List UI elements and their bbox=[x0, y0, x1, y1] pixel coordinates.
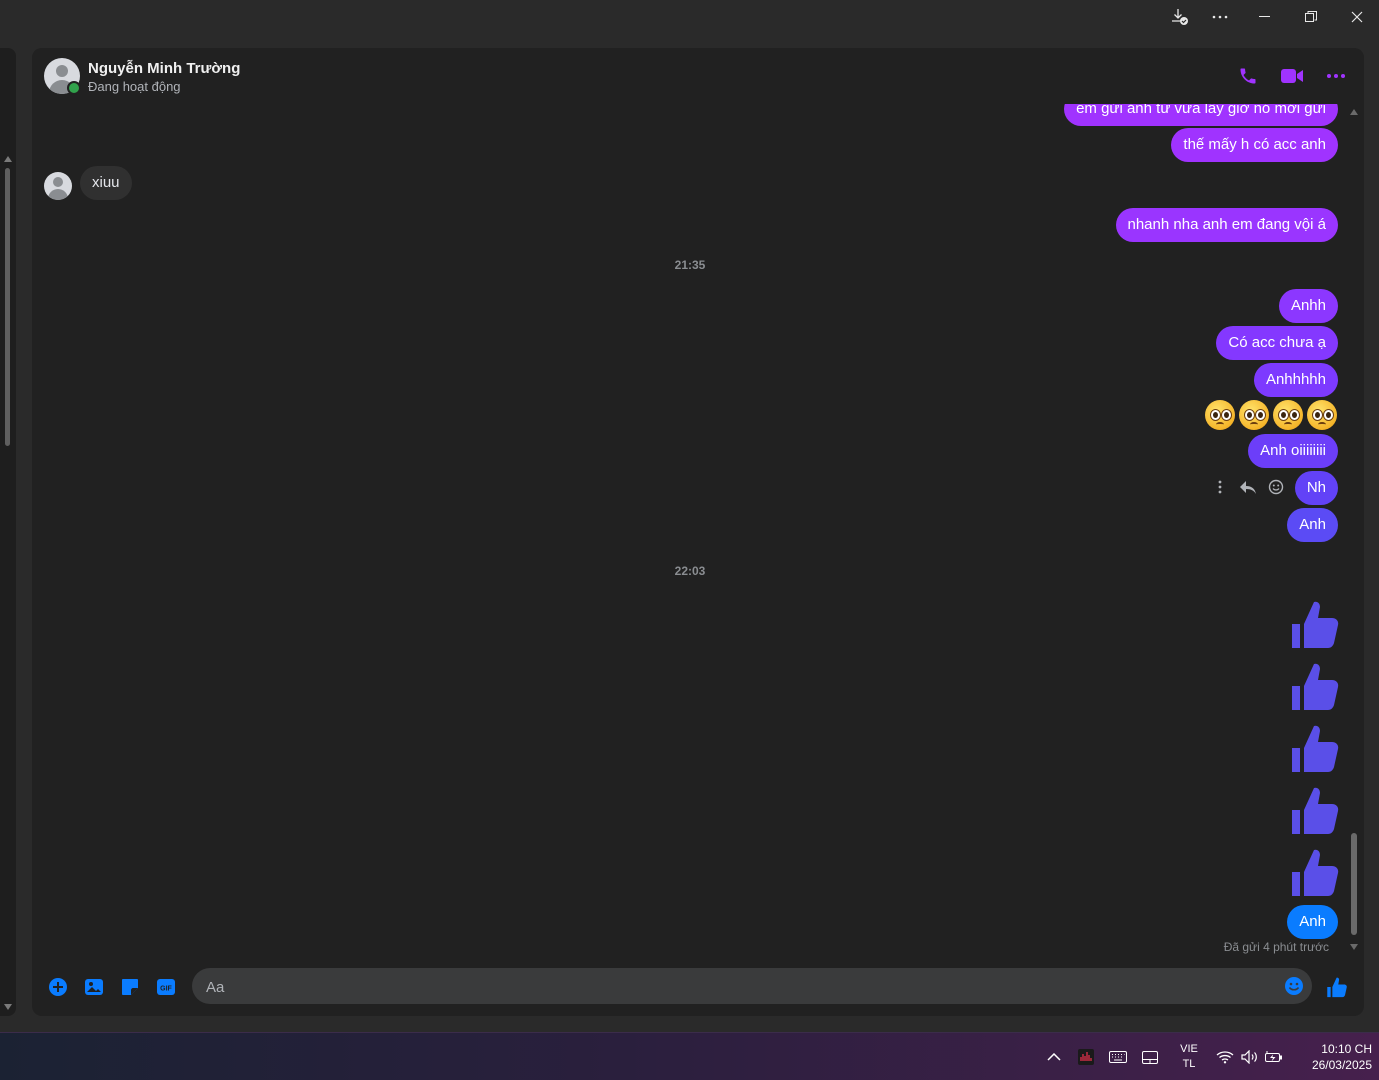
thumbs-up-sticker[interactable] bbox=[1290, 660, 1340, 712]
image-icon[interactable] bbox=[83, 976, 105, 998]
like-send-icon[interactable] bbox=[1326, 976, 1348, 998]
chat-header: Nguyễn Minh Trường Đang hoạt động bbox=[32, 48, 1364, 104]
thumbs-up-sticker[interactable] bbox=[1290, 784, 1340, 836]
input-language[interactable]: VIE TL bbox=[1178, 1042, 1200, 1072]
volume-icon[interactable] bbox=[1240, 1047, 1260, 1067]
thumbs-up-sticker[interactable] bbox=[1290, 846, 1340, 898]
more-vertical-icon[interactable] bbox=[1210, 477, 1230, 497]
contact-name[interactable]: Nguyễn Minh Trường bbox=[88, 60, 240, 77]
message-sent[interactable]: Nh bbox=[1294, 471, 1338, 505]
message-sent[interactable]: Anh bbox=[1287, 508, 1338, 542]
more-horizontal-icon[interactable] bbox=[1197, 0, 1243, 34]
message-input[interactable] bbox=[204, 968, 1278, 1006]
chat-scroll-up-icon[interactable] bbox=[1350, 109, 1358, 115]
phone-call-icon[interactable] bbox=[1236, 64, 1260, 88]
thumbs-up-sticker[interactable] bbox=[1290, 598, 1340, 650]
touchpad-icon[interactable] bbox=[1140, 1047, 1160, 1067]
gif-icon[interactable]: GIF bbox=[155, 976, 177, 998]
message-sent[interactable]: thế mấy h có acc anh bbox=[1171, 128, 1338, 162]
pleading-face-emoji[interactable] bbox=[1307, 400, 1337, 430]
chat-scrollbar[interactable] bbox=[1351, 833, 1357, 935]
windows-taskbar: VIE TL 10:10 CH 26/03/2025 bbox=[0, 1032, 1379, 1080]
message-sent[interactable]: Anh bbox=[1287, 905, 1338, 939]
pleading-face-emoji[interactable] bbox=[1239, 400, 1269, 430]
react-smiley-icon[interactable] bbox=[1266, 477, 1286, 497]
sidebar-scrollbar[interactable] bbox=[5, 168, 10, 446]
message-sent[interactable]: Anhh bbox=[1278, 289, 1338, 323]
message-received[interactable]: xiuu bbox=[80, 166, 132, 200]
contact-avatar[interactable] bbox=[44, 172, 72, 200]
timestamp: 22:03 bbox=[674, 564, 706, 578]
message-sent[interactable]: Anhhhhh bbox=[1253, 363, 1338, 397]
message-sent[interactable]: nhanh nha anh em đang vội á bbox=[1115, 208, 1338, 242]
message-input-box[interactable] bbox=[192, 968, 1312, 1006]
message-sent[interactable]: Có acc chưa ạ bbox=[1216, 326, 1338, 360]
plus-circle-icon[interactable] bbox=[47, 976, 69, 998]
audio-meter-icon[interactable] bbox=[1076, 1047, 1096, 1067]
video-call-icon[interactable] bbox=[1280, 64, 1304, 88]
battery-charging-icon[interactable] bbox=[1264, 1047, 1284, 1067]
sent-status: Đã gửi 4 phút trước bbox=[1223, 940, 1329, 954]
scroll-up-arrow-icon[interactable] bbox=[4, 156, 12, 162]
keyboard-icon[interactable] bbox=[1108, 1047, 1128, 1067]
left-sidebar-strip bbox=[0, 48, 16, 1016]
reply-icon[interactable] bbox=[1238, 477, 1258, 497]
thumbs-up-sticker[interactable] bbox=[1290, 722, 1340, 774]
contact-status: Đang hoạt động bbox=[88, 79, 181, 94]
message-sent[interactable]: Anh oiiiiiiii bbox=[1248, 434, 1338, 468]
restore-icon[interactable] bbox=[1288, 0, 1334, 34]
sticker-icon[interactable] bbox=[119, 976, 141, 998]
chat-scroll-down-icon[interactable] bbox=[1350, 944, 1358, 950]
chevron-up-icon[interactable] bbox=[1044, 1047, 1064, 1067]
close-icon[interactable] bbox=[1334, 0, 1379, 34]
minimize-icon[interactable] bbox=[1242, 0, 1288, 34]
emoji-picker-icon[interactable] bbox=[1284, 976, 1304, 996]
pleading-face-emoji[interactable] bbox=[1205, 400, 1235, 430]
more-options-icon[interactable] bbox=[1324, 64, 1348, 88]
pleading-face-emoji[interactable] bbox=[1273, 400, 1303, 430]
window-titlebar bbox=[0, 0, 1379, 34]
online-status-dot bbox=[67, 81, 81, 95]
scroll-down-arrow-icon[interactable] bbox=[4, 1004, 12, 1010]
wifi-icon[interactable] bbox=[1215, 1047, 1235, 1067]
system-clock[interactable]: 10:10 CH 26/03/2025 bbox=[1290, 1041, 1372, 1073]
timestamp: 21:35 bbox=[674, 258, 706, 272]
chat-panel: em gửi ảnh từ vừa lấy giờ nó mới gửi thế… bbox=[32, 48, 1364, 1016]
svg-text:GIF: GIF bbox=[160, 986, 172, 993]
